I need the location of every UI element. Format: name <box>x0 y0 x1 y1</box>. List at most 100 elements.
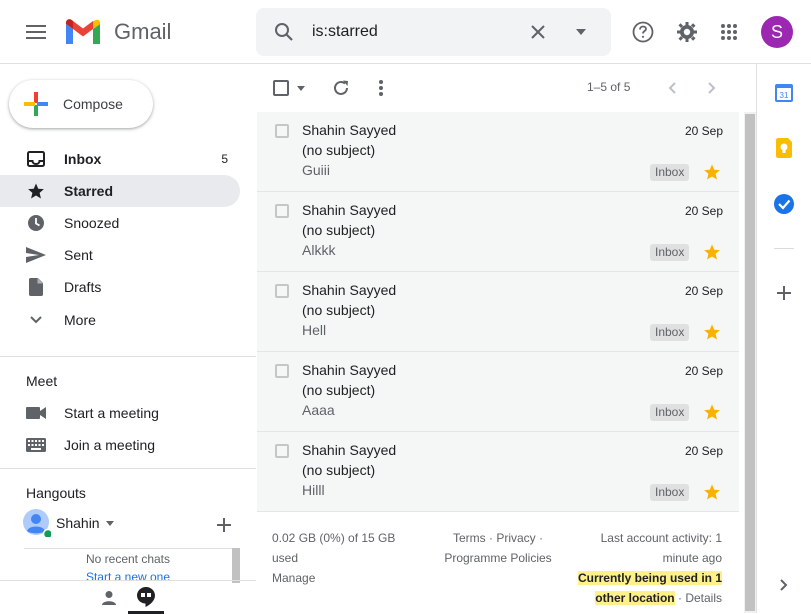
gmail-envelope-icon <box>66 19 100 44</box>
email-snippet: Hell <box>302 322 327 338</box>
manage-storage-link[interactable]: Manage <box>272 568 395 588</box>
row-checkbox[interactable] <box>275 444 289 458</box>
storage-text: used <box>272 551 299 565</box>
inbox-label-badge[interactable]: Inbox <box>650 484 690 501</box>
search-icon[interactable] <box>272 20 296 44</box>
current-usage-highlight: Currently being used in 1 <box>577 571 722 585</box>
settings-gear-icon[interactable] <box>671 16 703 48</box>
join-meeting-label: Join a meeting <box>64 437 156 453</box>
email-subject: (no subject) <box>302 462 376 478</box>
send-icon <box>26 245 46 265</box>
sidebar-item-more[interactable]: More <box>0 304 240 336</box>
refresh-icon[interactable] <box>330 77 352 99</box>
compose-label: Compose <box>63 96 123 112</box>
hangouts-user-menu[interactable]: Shahin <box>56 515 114 531</box>
keep-bulb-icon[interactable] <box>771 135 797 161</box>
search-input[interactable] <box>312 20 512 44</box>
gmail-logo[interactable]: Gmail <box>64 16 171 48</box>
select-all-checkbox[interactable] <box>273 80 289 96</box>
hangouts-user-avatar[interactable] <box>23 509 54 540</box>
programme-policies-link[interactable]: Programme Policies <box>440 548 556 568</box>
start-meeting-label: Start a meeting <box>64 405 159 421</box>
star-icon <box>26 181 46 201</box>
calendar-icon[interactable]: 31 <box>771 80 797 106</box>
email-date: 20 Sep <box>684 444 723 458</box>
sidebar-item-snoozed[interactable]: Snoozed <box>0 207 240 239</box>
chat-scrollbar[interactable] <box>232 548 240 583</box>
star-icon[interactable] <box>703 483 721 501</box>
email-sender: Shahin Sayyed <box>302 442 397 458</box>
email-sender: Shahin Sayyed <box>302 202 397 218</box>
email-row[interactable]: Shahin Sayyed (no subject) Hilll 20 Sep … <box>257 432 739 512</box>
help-icon[interactable] <box>627 16 659 48</box>
current-usage-highlight: other location <box>595 591 675 605</box>
gmail-logo-text: Gmail <box>114 19 172 44</box>
older-chevron-right-icon[interactable] <box>702 78 722 98</box>
activity-text: Last account activity: 1 <box>600 531 722 545</box>
inbox-label-badge[interactable]: Inbox <box>650 404 690 421</box>
sidebar-item-sent[interactable]: Sent <box>0 239 240 271</box>
tasks-check-icon[interactable] <box>771 191 797 217</box>
details-link[interactable]: Details <box>685 591 722 605</box>
star-icon[interactable] <box>703 243 721 261</box>
account-activity: Last account activity: 1 minute ago Curr… <box>570 528 722 608</box>
email-date: 20 Sep <box>684 284 723 298</box>
main-scrollbar-thumb[interactable] <box>745 114 755 611</box>
email-row[interactable]: Shahin Sayyed (no subject) Aaaa 20 Sep I… <box>257 352 739 432</box>
email-snippet: Alkkk <box>302 242 336 258</box>
draft-icon <box>26 277 46 297</box>
add-addon-plus-icon[interactable] <box>771 280 797 306</box>
chevron-down-icon <box>105 520 114 526</box>
start-meeting-button[interactable]: Start a meeting <box>0 397 240 429</box>
search-bar[interactable] <box>256 8 611 56</box>
hangouts-user-name: Shahin <box>56 515 100 531</box>
video-camera-icon <box>26 403 46 423</box>
sidebar-item-starred[interactable]: Starred <box>0 175 240 207</box>
expand-panel-chevron-right-icon[interactable] <box>771 572 797 598</box>
hangouts-tab[interactable] <box>128 581 164 614</box>
no-recent-chats-text: No recent chats <box>85 552 171 566</box>
compose-button[interactable]: Compose <box>9 80 153 128</box>
privacy-link[interactable]: Privacy <box>496 531 535 545</box>
email-row[interactable]: Shahin Sayyed (no subject) Alkkk 20 Sep … <box>257 192 739 272</box>
row-checkbox[interactable] <box>275 124 289 138</box>
calendar-day: 31 <box>780 91 789 100</box>
email-sender: Shahin Sayyed <box>302 122 397 138</box>
join-meeting-button[interactable]: Join a meeting <box>0 429 240 461</box>
row-checkbox[interactable] <box>275 204 289 218</box>
account-avatar[interactable]: S <box>761 16 793 48</box>
inbox-label-badge[interactable]: Inbox <box>650 324 690 341</box>
main-menu-icon[interactable] <box>20 16 52 48</box>
search-options-icon[interactable] <box>569 20 593 44</box>
more-options-icon[interactable] <box>370 77 392 99</box>
email-date: 20 Sep <box>684 204 723 218</box>
row-checkbox[interactable] <box>275 284 289 298</box>
clear-search-icon[interactable] <box>526 20 550 44</box>
inbox-label-badge[interactable]: Inbox <box>650 244 690 261</box>
sidebar-item-inbox[interactable]: Inbox 5 <box>0 143 240 175</box>
divider <box>0 468 256 469</box>
sidebar-item-drafts[interactable]: Drafts <box>0 271 240 303</box>
star-icon[interactable] <box>703 163 721 181</box>
row-checkbox[interactable] <box>275 364 289 378</box>
newer-chevron-left-icon[interactable] <box>662 78 682 98</box>
footer-links: Terms · Privacy · Programme Policies <box>440 528 556 568</box>
email-row[interactable]: Shahin Sayyed (no subject) Hell 20 Sep I… <box>257 272 739 352</box>
contacts-person-icon[interactable] <box>98 587 120 609</box>
hangouts-bottom-bar <box>0 580 256 614</box>
email-row[interactable]: Shahin Sayyed (no subject) Guiii 20 Sep … <box>257 112 739 192</box>
select-dropdown-icon[interactable] <box>295 82 307 94</box>
unread-count: 5 <box>221 152 228 166</box>
apps-grid-icon[interactable] <box>713 16 745 48</box>
pagination-count: 1–5 of 5 <box>587 80 631 94</box>
new-conversation-plus-icon[interactable] <box>214 515 234 535</box>
email-subject: (no subject) <box>302 382 376 398</box>
sidebar-item-label: Inbox <box>64 151 102 167</box>
inbox-label-badge[interactable]: Inbox <box>650 164 690 181</box>
star-icon[interactable] <box>703 323 721 341</box>
sidebar-item-label: Starred <box>64 183 114 199</box>
email-snippet: Aaaa <box>302 402 335 418</box>
star-icon[interactable] <box>703 403 721 421</box>
terms-link[interactable]: Terms <box>453 531 486 545</box>
divider <box>774 248 794 249</box>
